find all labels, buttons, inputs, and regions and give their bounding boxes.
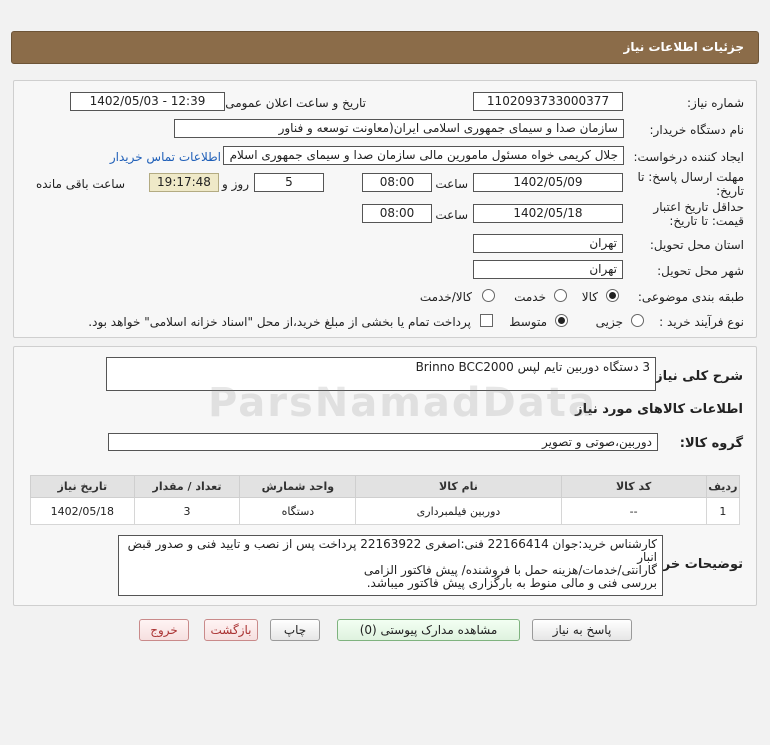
deadline-time-label: ساعت [435,177,468,191]
exit-button[interactable]: خروج [139,619,189,641]
deadline-label: مهلت ارسال پاسخ: تا تاریخ: [637,170,744,198]
category-radio-goods-service[interactable] [482,289,495,302]
category-radio-goods[interactable] [606,289,619,302]
announce-label: تاریخ و ساعت اعلان عمومی: [221,96,366,110]
category-option-goods: کالا [581,290,598,304]
treasury-payment-checkbox[interactable] [480,314,493,327]
remaining-time-field: 19:17:48 [149,173,219,192]
cell-row: 1 [705,497,741,525]
print-button[interactable]: چاپ [270,619,320,641]
col-qty-header: تعداد / مقدار [133,475,241,498]
deadline-label-line1: مهلت ارسال پاسخ: تا [637,170,744,184]
process-option-minor: جزیی [595,315,623,329]
category-option-service: خدمت [514,290,546,304]
summary-label: شرح کلی نیاز: [649,369,743,384]
category-radio-service[interactable] [554,289,567,302]
city-label: شهر محل تحویل: [657,264,744,278]
buyer-notes-field: کارشناس خرید:جوان 22166414 فنی:اصغری 221… [118,535,663,596]
table-row: 1 -- دوربین فیلمبرداری دستگاه 3 1402/05/… [30,497,741,525]
page-header: جزئیات اطلاعات نیاز [11,31,759,64]
cell-date: 1402/05/18 [30,497,135,525]
province-field: تهران [473,234,623,253]
deadline-label-line2: تاریخ: [716,184,744,198]
process-radio-minor[interactable] [631,314,644,327]
buyer-label: نام دستگاه خریدار: [649,123,745,137]
days-label: روز و [222,177,249,191]
requester-field: جلال کریمی خواه مسئول مامورین مالی سازما… [223,146,624,165]
validity-label-line2: قیمت: تا تاریخ: [669,214,744,228]
goods-group-field: دوربین،صوتی و تصویر [108,433,658,451]
goods-info-title: اطلاعات کالاهای مورد نیاز [575,402,743,417]
requester-label: ایجاد کننده درخواست: [633,150,744,164]
reply-button[interactable]: پاسخ به نیاز [532,619,632,641]
city-field: تهران [473,260,623,279]
announce-field: 1402/05/03 - 12:39 [70,92,225,111]
attachments-button[interactable]: مشاهده مدارک پیوستی (0) [337,619,520,641]
category-label: طبقه بندی موضوعی: [637,290,744,304]
goods-table: ردیف کد کالا نام کالا واحد شمارش تعداد /… [30,475,741,525]
buyer-notes-line1: کارشناس خرید:جوان 22166414 فنی:اصغری 221… [127,537,657,564]
contact-buyer-link[interactable]: اطلاعات تماس خریدار [110,150,221,164]
remaining-label: ساعت باقی مانده [35,177,125,191]
cell-name: دوربین فیلمبرداری [355,497,562,525]
buyer-notes-line3: بررسی فنی و مالی منوط به بارگزاری پیش فا… [366,576,657,590]
col-unit-header: واحد شمارش [239,475,357,498]
deadline-time-field: 08:00 [362,173,432,192]
summary-field: 3 دستگاه دوربین تایم لپس Brinno BCC2000 [106,357,656,391]
col-date-header: تاریخ نیاز [30,475,135,498]
need-info-panel: شماره نیاز: 1102093733000377 تاریخ و ساع… [13,80,757,338]
col-code-header: کد کالا [560,475,707,498]
days-field: 5 [254,173,324,192]
col-name-header: نام کالا [355,475,562,498]
goods-group-label: گروه کالا: [679,436,743,451]
need-details-panel: شرح کلی نیاز: 3 دستگاه دوربین تایم لپس B… [13,346,757,606]
deadline-date-field: 1402/05/09 [473,173,623,192]
process-option-medium: متوسط [509,315,547,329]
process-radio-medium[interactable] [555,314,568,327]
validity-label: حداقل تاریخ اعتبار قیمت: تا تاریخ: [653,200,744,228]
process-label: نوع فرآیند خرید : [659,315,744,329]
validity-date-field: 1402/05/18 [473,204,623,223]
category-option-goods-service: کالا/خدمت [419,290,472,304]
back-button[interactable]: بازگشت [204,619,258,641]
cell-qty: 3 [133,497,241,525]
cell-unit: دستگاه [239,497,357,525]
page-title: جزئیات اطلاعات نیاز [623,40,744,54]
validity-time-label: ساعت [435,208,468,222]
need-number-field: 1102093733000377 [473,92,623,111]
col-row-header: ردیف [705,475,741,498]
province-label: استان محل تحویل: [649,238,744,252]
validity-label-line1: حداقل تاریخ اعتبار [653,200,744,214]
cell-code: -- [560,497,707,525]
treasury-payment-note: پرداخت تمام یا بخشی از مبلغ خرید،از محل … [88,315,471,329]
buyer-field: سازمان صدا و سیمای جمهوری اسلامی ایران(م… [174,119,624,138]
validity-time-field: 08:00 [362,204,432,223]
need-number-label: شماره نیاز: [687,96,744,110]
